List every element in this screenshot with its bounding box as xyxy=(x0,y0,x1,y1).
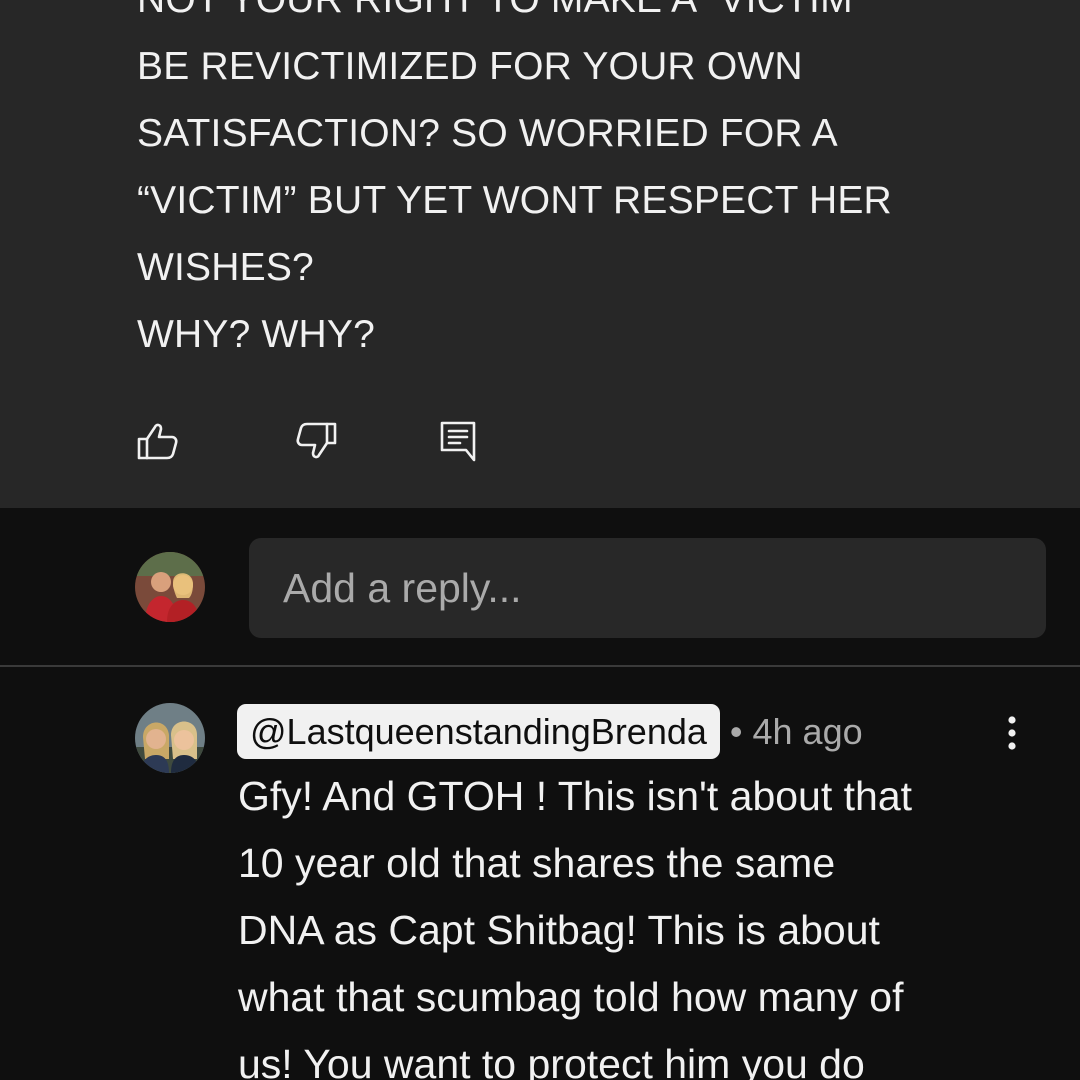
comment-text-line: SATISFACTION? SO WORRIED FOR A xyxy=(137,112,838,155)
user-avatar-image xyxy=(135,552,205,622)
comment-timestamp: • 4h ago xyxy=(729,710,863,752)
commenter-avatar[interactable] xyxy=(135,703,205,773)
comment-text-line: WHY? WHY? xyxy=(137,313,375,356)
comment-text-line: what that scumbag told how many of xyxy=(238,974,904,1020)
thumbs-down-icon xyxy=(296,422,337,459)
comment-text: Gfy! And GTOH ! This isn't about that 10… xyxy=(238,763,1058,1080)
comment-text-line: WISHES? xyxy=(137,246,314,289)
comment-text-line: 10 year old that shares the same xyxy=(238,840,836,886)
reply-comment: @LastqueenstandingBrenda • 4h ago Gfy! A… xyxy=(0,667,1080,1080)
more-vertical-icon xyxy=(1008,716,1016,750)
parent-comment: NOT YOUR RIGHT TO MAKE A “VICTIM” BE REV… xyxy=(0,0,1080,508)
user-avatar xyxy=(135,552,205,622)
comment-menu-button[interactable] xyxy=(992,712,1032,758)
comment-text-line: “VICTIM” BUT YET WONT RESPECT HER xyxy=(137,179,892,222)
parent-comment-text: NOT YOUR RIGHT TO MAKE A “VICTIM” BE REV… xyxy=(137,0,1037,368)
comment-reply-icon xyxy=(440,421,476,462)
reply-box xyxy=(0,508,1080,666)
comments-page: NOT YOUR RIGHT TO MAKE A “VICTIM” BE REV… xyxy=(0,0,1080,1080)
dislike-button[interactable] xyxy=(293,418,339,464)
reply-input[interactable] xyxy=(249,538,1046,638)
comment-text-line: DNA as Capt Shitbag! This is about xyxy=(238,907,880,953)
thumbs-up-icon xyxy=(137,423,178,460)
reply-button[interactable] xyxy=(436,418,482,464)
like-button[interactable] xyxy=(135,418,181,464)
comment-text-line: Gfy! And GTOH ! This isn't about that xyxy=(238,773,913,819)
comment-text-line: us! You want to protect him you do xyxy=(238,1041,865,1080)
commenter-handle[interactable]: @LastqueenstandingBrenda xyxy=(237,704,720,759)
comment-header: @LastqueenstandingBrenda • 4h ago xyxy=(237,704,863,759)
comment-text-line: BE REVICTIMIZED FOR YOUR OWN xyxy=(137,45,803,88)
commenter-avatar-image xyxy=(135,703,205,773)
comment-text-line: NOT YOUR RIGHT TO MAKE A “VICTIM” xyxy=(137,0,1037,33)
